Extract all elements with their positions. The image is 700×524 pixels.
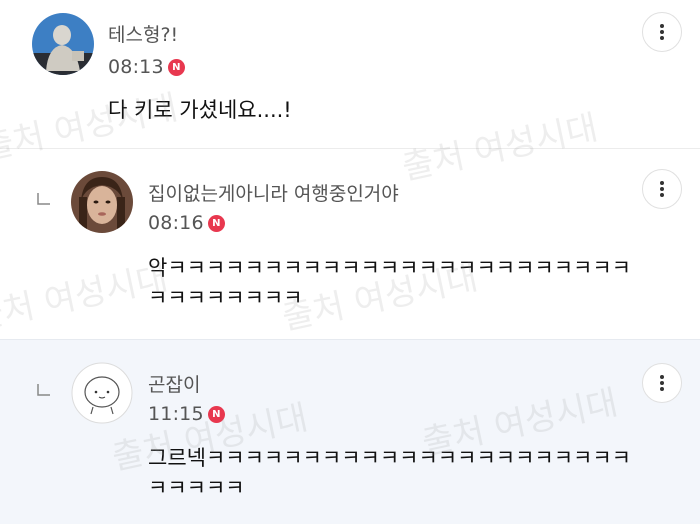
comment-text: 다 키로 가셨네요....! [108, 98, 292, 122]
reply-indicator-icon [37, 384, 50, 396]
username[interactable]: 곤잡이 [148, 370, 200, 397]
new-badge: N [167, 58, 185, 76]
username[interactable]: 테스형?! [108, 20, 178, 47]
comment-text: 악ㅋㅋㅋㅋㅋㅋㅋㅋㅋㅋㅋㅋㅋㅋㅋㅋㅋㅋㅋㅋㅋㅋㅋㅋ ㅋㅋㅋㅋㅋㅋㅋㅋ [148, 256, 631, 310]
time-row: 08:16 N [148, 212, 225, 234]
new-badge: N [207, 405, 225, 423]
reply-indicator-icon [37, 193, 50, 205]
avatar[interactable] [71, 362, 133, 424]
comment-item: 곤잡이 11:15 N 그르넥ㅋㅋㅋㅋㅋㅋㅋㅋㅋㅋㅋㅋㅋㅋㅋㅋㅋㅋㅋㅋㅋㅋ ㅋㅋ… [0, 340, 700, 524]
more-button[interactable] [642, 12, 682, 52]
comment-text: 그르넥ㅋㅋㅋㅋㅋㅋㅋㅋㅋㅋㅋㅋㅋㅋㅋㅋㅋㅋㅋㅋㅋㅋ ㅋㅋㅋㅋㅋ [148, 446, 631, 500]
comment-item: 집이없는게아니라 여행중인거야 08:16 N 악ㅋㅋㅋㅋㅋㅋㅋㅋㅋㅋㅋㅋㅋㅋㅋ… [0, 149, 700, 340]
woman-avatar-image [71, 171, 133, 233]
timestamp: 11:15 [148, 403, 204, 425]
statue-avatar-image [32, 13, 94, 75]
default-face-avatar-image [71, 362, 133, 424]
comment-item: 테스형?! 08:13 N 다 키로 가셨네요....! [0, 0, 700, 149]
new-badge: N [207, 214, 225, 232]
time-row: 08:13 N [108, 56, 185, 78]
timestamp: 08:13 [108, 56, 164, 78]
more-button[interactable] [642, 363, 682, 403]
more-button[interactable] [642, 169, 682, 209]
time-row: 11:15 N [148, 403, 225, 425]
more-vertical-icon [660, 181, 664, 197]
timestamp: 08:16 [148, 212, 204, 234]
avatar[interactable] [32, 13, 94, 75]
username[interactable]: 집이없는게아니라 여행중인거야 [148, 179, 399, 206]
more-vertical-icon [660, 24, 664, 40]
avatar[interactable] [71, 171, 133, 233]
more-vertical-icon [660, 375, 664, 391]
